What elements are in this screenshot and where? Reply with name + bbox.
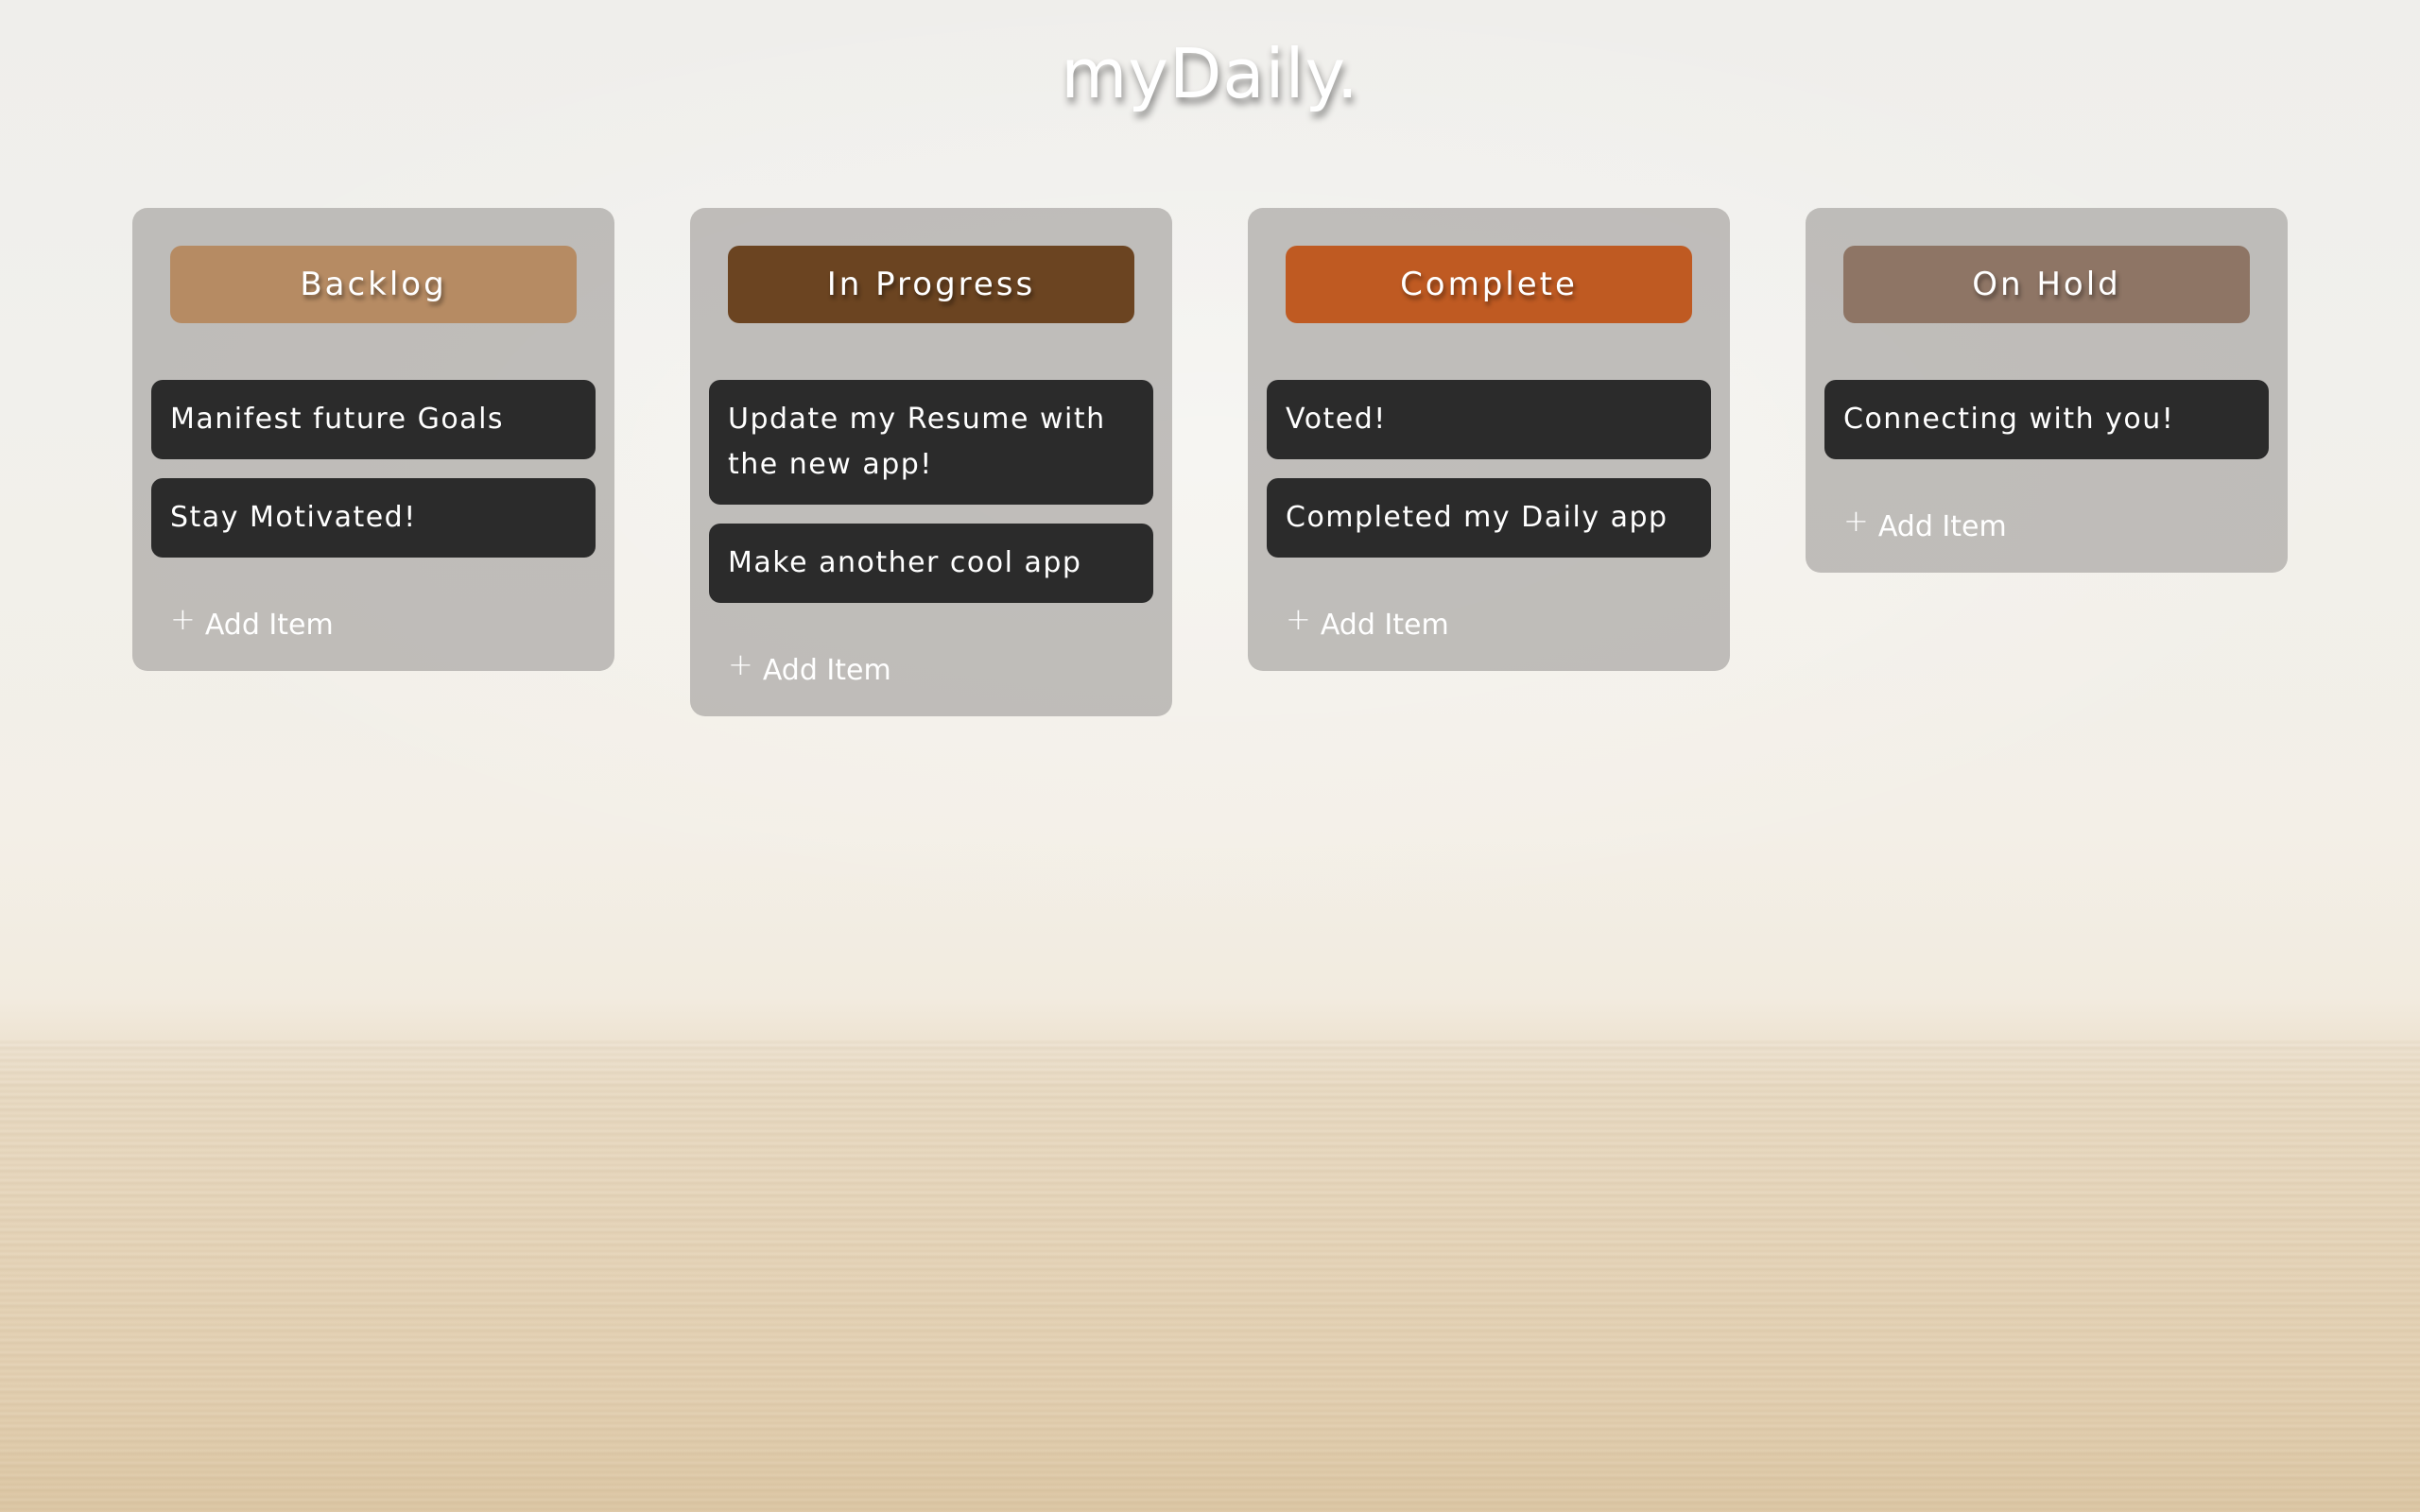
- add-item-button[interactable]: + Add Item: [1267, 576, 1711, 643]
- column-on-hold: On Hold Connecting with you! + Add Item: [1806, 208, 2288, 573]
- list-item[interactable]: Voted!: [1267, 380, 1711, 459]
- add-item-label: Add Item: [1320, 608, 1449, 642]
- add-item-label: Add Item: [1877, 509, 2007, 543]
- column-backlog: Backlog Manifest future Goals Stay Motiv…: [132, 208, 614, 671]
- plus-icon: +: [170, 601, 196, 637]
- column-complete: Complete Voted! Completed my Daily app +…: [1248, 208, 1730, 671]
- add-item-button[interactable]: + Add Item: [709, 622, 1153, 688]
- add-item-button[interactable]: + Add Item: [151, 576, 596, 643]
- list-item[interactable]: Connecting with you!: [1824, 380, 2269, 459]
- add-item-label: Add Item: [204, 608, 334, 642]
- list-item[interactable]: Make another cool app: [709, 524, 1153, 603]
- column-header-backlog: Backlog: [170, 246, 577, 323]
- add-item-label: Add Item: [762, 653, 891, 687]
- column-header-complete: Complete: [1286, 246, 1692, 323]
- item-list: Manifest future Goals Stay Motivated!: [151, 380, 596, 558]
- list-item[interactable]: Stay Motivated!: [151, 478, 596, 558]
- column-in-progress: In Progress Update my Resume with the ne…: [690, 208, 1172, 716]
- item-list: Connecting with you!: [1824, 380, 2269, 459]
- list-item[interactable]: Completed my Daily app: [1267, 478, 1711, 558]
- kanban-board: Backlog Manifest future Goals Stay Motiv…: [132, 208, 2288, 775]
- list-item[interactable]: Manifest future Goals: [151, 380, 596, 459]
- item-list: Voted! Completed my Daily app: [1267, 380, 1711, 558]
- add-item-button[interactable]: + Add Item: [1824, 478, 2269, 544]
- list-item[interactable]: Update my Resume with the new app!: [709, 380, 1153, 505]
- item-list: Update my Resume with the new app! Make …: [709, 380, 1153, 603]
- app-title: myDaily.: [1061, 34, 1359, 113]
- column-header-on-hold: On Hold: [1843, 246, 2250, 323]
- plus-icon: +: [1843, 503, 1869, 539]
- plus-icon: +: [728, 646, 753, 682]
- plus-icon: +: [1286, 601, 1311, 637]
- column-header-in-progress: In Progress: [728, 246, 1134, 323]
